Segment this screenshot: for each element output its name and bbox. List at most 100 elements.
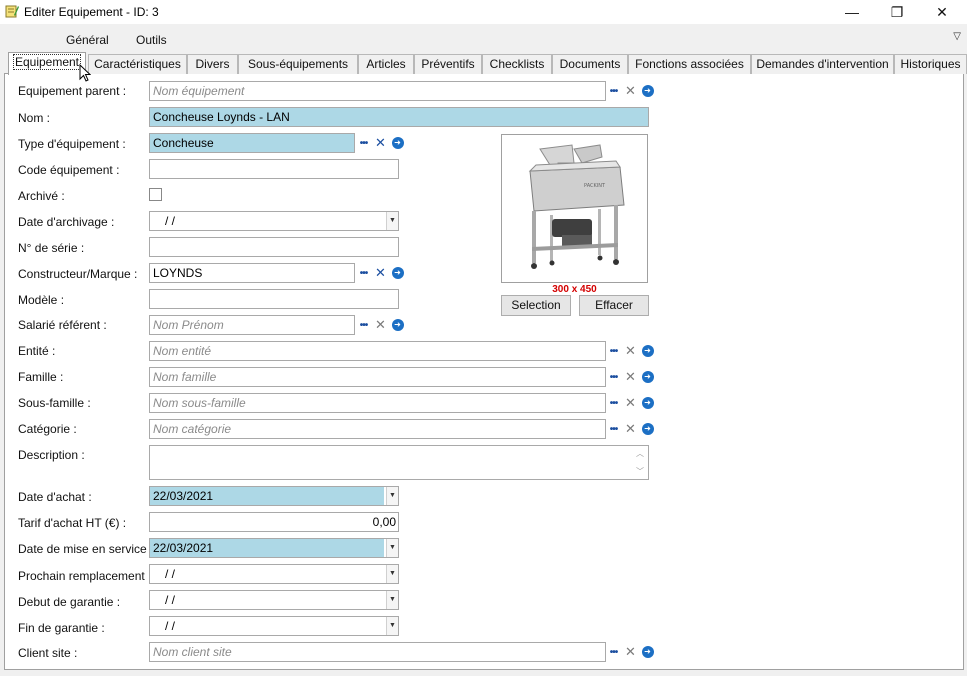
go-icon-glyph: ➜ xyxy=(391,267,404,279)
clear-icon[interactable]: ✕ xyxy=(623,368,638,386)
restore-button[interactable]: ❐ xyxy=(874,0,920,24)
go-icon[interactable]: ➜ xyxy=(640,420,655,438)
more-icon[interactable]: ••• xyxy=(606,643,621,661)
more-icon[interactable]: ••• xyxy=(606,394,621,412)
dropdown-arrow-icon[interactable]: ▼ xyxy=(386,617,398,635)
clear-icon[interactable]: ✕ xyxy=(373,316,388,334)
label-client-site: Client site : xyxy=(18,646,78,660)
clear-icon[interactable]: ✕ xyxy=(623,643,638,661)
more-icon[interactable]: ••• xyxy=(356,316,371,334)
label-tarif-achat: Tarif d'achat HT (€) : xyxy=(18,516,127,530)
image-size-label: 300 x 450 xyxy=(552,284,597,295)
salarie-referent-input[interactable]: Nom Prénom xyxy=(149,315,355,335)
more-icon[interactable]: ••• xyxy=(606,342,621,360)
salarie-referent-buttons: ••• ✕ ➜ xyxy=(356,316,405,334)
go-icon[interactable]: ➜ xyxy=(390,264,405,282)
dropdown-arrow-icon[interactable]: ▼ xyxy=(386,212,398,230)
tab-preventifs[interactable]: Préventifs xyxy=(414,54,482,74)
clear-icon[interactable]: ✕ xyxy=(623,420,638,438)
entite-input[interactable]: Nom entité xyxy=(149,341,606,361)
more-icon[interactable]: ••• xyxy=(356,264,371,282)
menu-general[interactable]: Général xyxy=(66,33,109,47)
go-icon-glyph: ➜ xyxy=(641,646,654,658)
go-icon[interactable]: ➜ xyxy=(640,82,655,100)
date-archivage-picker[interactable]: / / ▼ xyxy=(149,211,399,231)
tab-divers[interactable]: Divers xyxy=(187,54,238,74)
modele-input[interactable] xyxy=(149,289,399,309)
prochain-remplacement-picker[interactable]: / / ▼ xyxy=(149,564,399,584)
go-icon-glyph: ➜ xyxy=(391,319,404,331)
debut-garantie-picker[interactable]: / / ▼ xyxy=(149,590,399,610)
label-numero-serie: N° de série : xyxy=(18,241,85,255)
dropdown-arrow-icon[interactable]: ▼ xyxy=(386,565,398,583)
categorie-input[interactable]: Nom catégorie xyxy=(149,419,606,439)
more-icon[interactable]: ••• xyxy=(606,368,621,386)
chevron-down-icon[interactable]: ▽ xyxy=(953,31,961,42)
more-icon[interactable]: ••• xyxy=(606,82,621,100)
clear-icon[interactable]: ✕ xyxy=(623,82,638,100)
date-achat-picker[interactable]: 22/03/2021 ▼ xyxy=(149,486,399,506)
clear-icon[interactable]: ✕ xyxy=(373,134,388,152)
menu-bar: Général Outils ▽ xyxy=(0,24,967,52)
go-icon[interactable]: ➜ xyxy=(640,342,655,360)
constructeur-input[interactable]: LOYNDS xyxy=(149,263,355,283)
client-site-input[interactable]: Nom client site xyxy=(149,642,606,662)
go-icon[interactable]: ➜ xyxy=(390,134,405,152)
clear-icon[interactable]: ✕ xyxy=(373,264,388,282)
select-image-button[interactable]: Selection xyxy=(501,295,571,316)
description-textarea[interactable]: ︿ ﹀ xyxy=(149,445,649,480)
numero-serie-input[interactable] xyxy=(149,237,399,257)
close-button[interactable]: ✕ xyxy=(919,0,965,24)
clear-image-button[interactable]: Effacer xyxy=(579,295,649,316)
title-bar: Editer Equipement - ID: 3 — ❐ ✕ xyxy=(0,0,967,24)
clear-icon[interactable]: ✕ xyxy=(623,342,638,360)
go-icon-glyph: ➜ xyxy=(641,423,654,435)
tab-caracteristiques[interactable]: Caractéristiques xyxy=(88,54,187,74)
client-site-buttons: ••• ✕ ➜ xyxy=(606,643,655,661)
label-famille: Famille : xyxy=(18,370,64,384)
entite-buttons: ••• ✕ ➜ xyxy=(606,342,655,360)
go-icon-glyph: ➜ xyxy=(391,137,404,149)
fin-garantie-picker[interactable]: / / ▼ xyxy=(149,616,399,636)
archive-checkbox[interactable] xyxy=(149,188,162,201)
clear-icon[interactable]: ✕ xyxy=(623,394,638,412)
label-date-archivage: Date d'archivage : xyxy=(18,215,115,229)
famille-input[interactable]: Nom famille xyxy=(149,367,606,387)
equipement-parent-buttons: ••• ✕ ➜ xyxy=(606,82,655,100)
dropdown-arrow-icon[interactable]: ▼ xyxy=(386,591,398,609)
dropdown-arrow-icon[interactable]: ▼ xyxy=(386,487,398,505)
go-icon[interactable]: ➜ xyxy=(390,316,405,334)
tab-historiques[interactable]: Historiques xyxy=(894,54,967,74)
go-icon[interactable]: ➜ xyxy=(640,643,655,661)
prochain-remplacement-value: / / xyxy=(165,567,176,581)
type-equipement-input[interactable]: Concheuse xyxy=(149,133,355,153)
tab-checklists[interactable]: Checklists xyxy=(482,54,552,74)
mise-en-service-picker[interactable]: 22/03/2021 ▼ xyxy=(149,538,399,558)
tab-articles[interactable]: Articles xyxy=(358,54,414,74)
constructeur-buttons: ••• ✕ ➜ xyxy=(356,264,405,282)
nom-input[interactable]: Concheuse Loynds - LAN xyxy=(149,107,649,127)
menu-outils[interactable]: Outils xyxy=(136,33,167,47)
go-icon[interactable]: ➜ xyxy=(640,394,655,412)
tab-documents[interactable]: Documents xyxy=(552,54,628,74)
sous-famille-input[interactable]: Nom sous-famille xyxy=(149,393,606,413)
sous-famille-buttons: ••• ✕ ➜ xyxy=(606,394,655,412)
tab-demandes-intervention[interactable]: Demandes d'intervention xyxy=(751,54,894,74)
tab-sous-equipements[interactable]: Sous-équipements xyxy=(238,54,358,74)
tab-equipement[interactable]: Equipement xyxy=(8,52,86,75)
equipement-parent-input[interactable]: Nom équipement xyxy=(149,81,606,101)
go-icon[interactable]: ➜ xyxy=(640,368,655,386)
tarif-achat-input[interactable]: 0,00 xyxy=(149,512,399,532)
scroll-down-icon[interactable]: ﹀ xyxy=(636,466,644,477)
code-equipement-input[interactable] xyxy=(149,159,399,179)
tab-fonctions-associees[interactable]: Fonctions associées xyxy=(628,54,751,74)
debut-garantie-value: / / xyxy=(165,593,176,607)
scroll-up-icon[interactable]: ︿ xyxy=(636,448,644,459)
label-salarie-referent: Salarié référent : xyxy=(18,318,107,332)
more-icon[interactable]: ••• xyxy=(356,134,371,152)
more-icon[interactable]: ••• xyxy=(606,420,621,438)
label-nom: Nom : xyxy=(18,111,51,125)
dropdown-arrow-icon[interactable]: ▼ xyxy=(386,539,398,557)
minimize-button[interactable]: — xyxy=(829,0,875,24)
categorie-buttons: ••• ✕ ➜ xyxy=(606,420,655,438)
